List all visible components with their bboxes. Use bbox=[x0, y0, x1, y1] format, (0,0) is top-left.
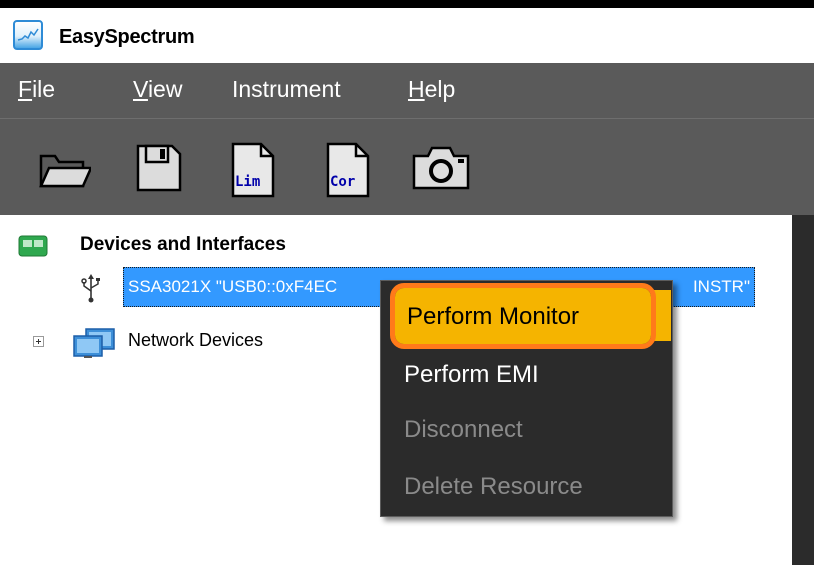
menu-instrument[interactable]: Instrument bbox=[232, 76, 341, 103]
menu-item-disconnect: Disconnect bbox=[404, 416, 523, 443]
screenshot-button[interactable] bbox=[410, 142, 472, 194]
device-label-left: SSA3021X "USB0::0xF4EC bbox=[128, 277, 338, 296]
usb-icon bbox=[81, 274, 100, 303]
tree-item-network-devices[interactable]: Network Devices bbox=[128, 330, 263, 351]
tree-root-label: Devices and Interfaces bbox=[80, 234, 286, 255]
menu-view[interactable]: View bbox=[133, 76, 182, 103]
menu-item-delete-resource: Delete Resource bbox=[404, 473, 583, 500]
network-monitors-icon bbox=[73, 328, 115, 358]
title-bar: EasySpectrum bbox=[0, 8, 814, 63]
correction-label: Cor bbox=[330, 174, 356, 190]
context-menu-underline bbox=[420, 345, 612, 347]
camera-icon bbox=[412, 146, 470, 190]
limit-button[interactable]: Lim bbox=[229, 142, 279, 198]
correction-button[interactable]: Cor bbox=[324, 142, 374, 198]
menu-item-perform-emi[interactable]: Perform EMI bbox=[380, 349, 673, 401]
toolbar: Lim Cor bbox=[0, 118, 814, 215]
save-disk-icon bbox=[136, 144, 182, 192]
menu-file[interactable]: File bbox=[18, 76, 55, 103]
device-label-right: INSTR" bbox=[692, 277, 750, 296]
menu-bar: File View Instrument Help bbox=[0, 63, 814, 118]
expand-network-toggle[interactable] bbox=[33, 336, 44, 347]
right-panel-edge bbox=[792, 215, 814, 565]
devices-interfaces-icon bbox=[18, 235, 48, 257]
menu-help[interactable]: Help bbox=[408, 76, 455, 103]
menu-item-perform-monitor[interactable]: Perform Monitor bbox=[380, 291, 650, 343]
window-top-border bbox=[0, 0, 814, 8]
app-spectrum-icon bbox=[13, 20, 43, 50]
open-button[interactable] bbox=[35, 142, 93, 194]
save-button[interactable] bbox=[134, 142, 184, 194]
window-title: EasySpectrum bbox=[59, 26, 195, 48]
limit-label: Lim bbox=[235, 174, 261, 190]
open-folder-icon bbox=[39, 154, 93, 188]
context-menu-highlight-accent bbox=[651, 290, 671, 341]
